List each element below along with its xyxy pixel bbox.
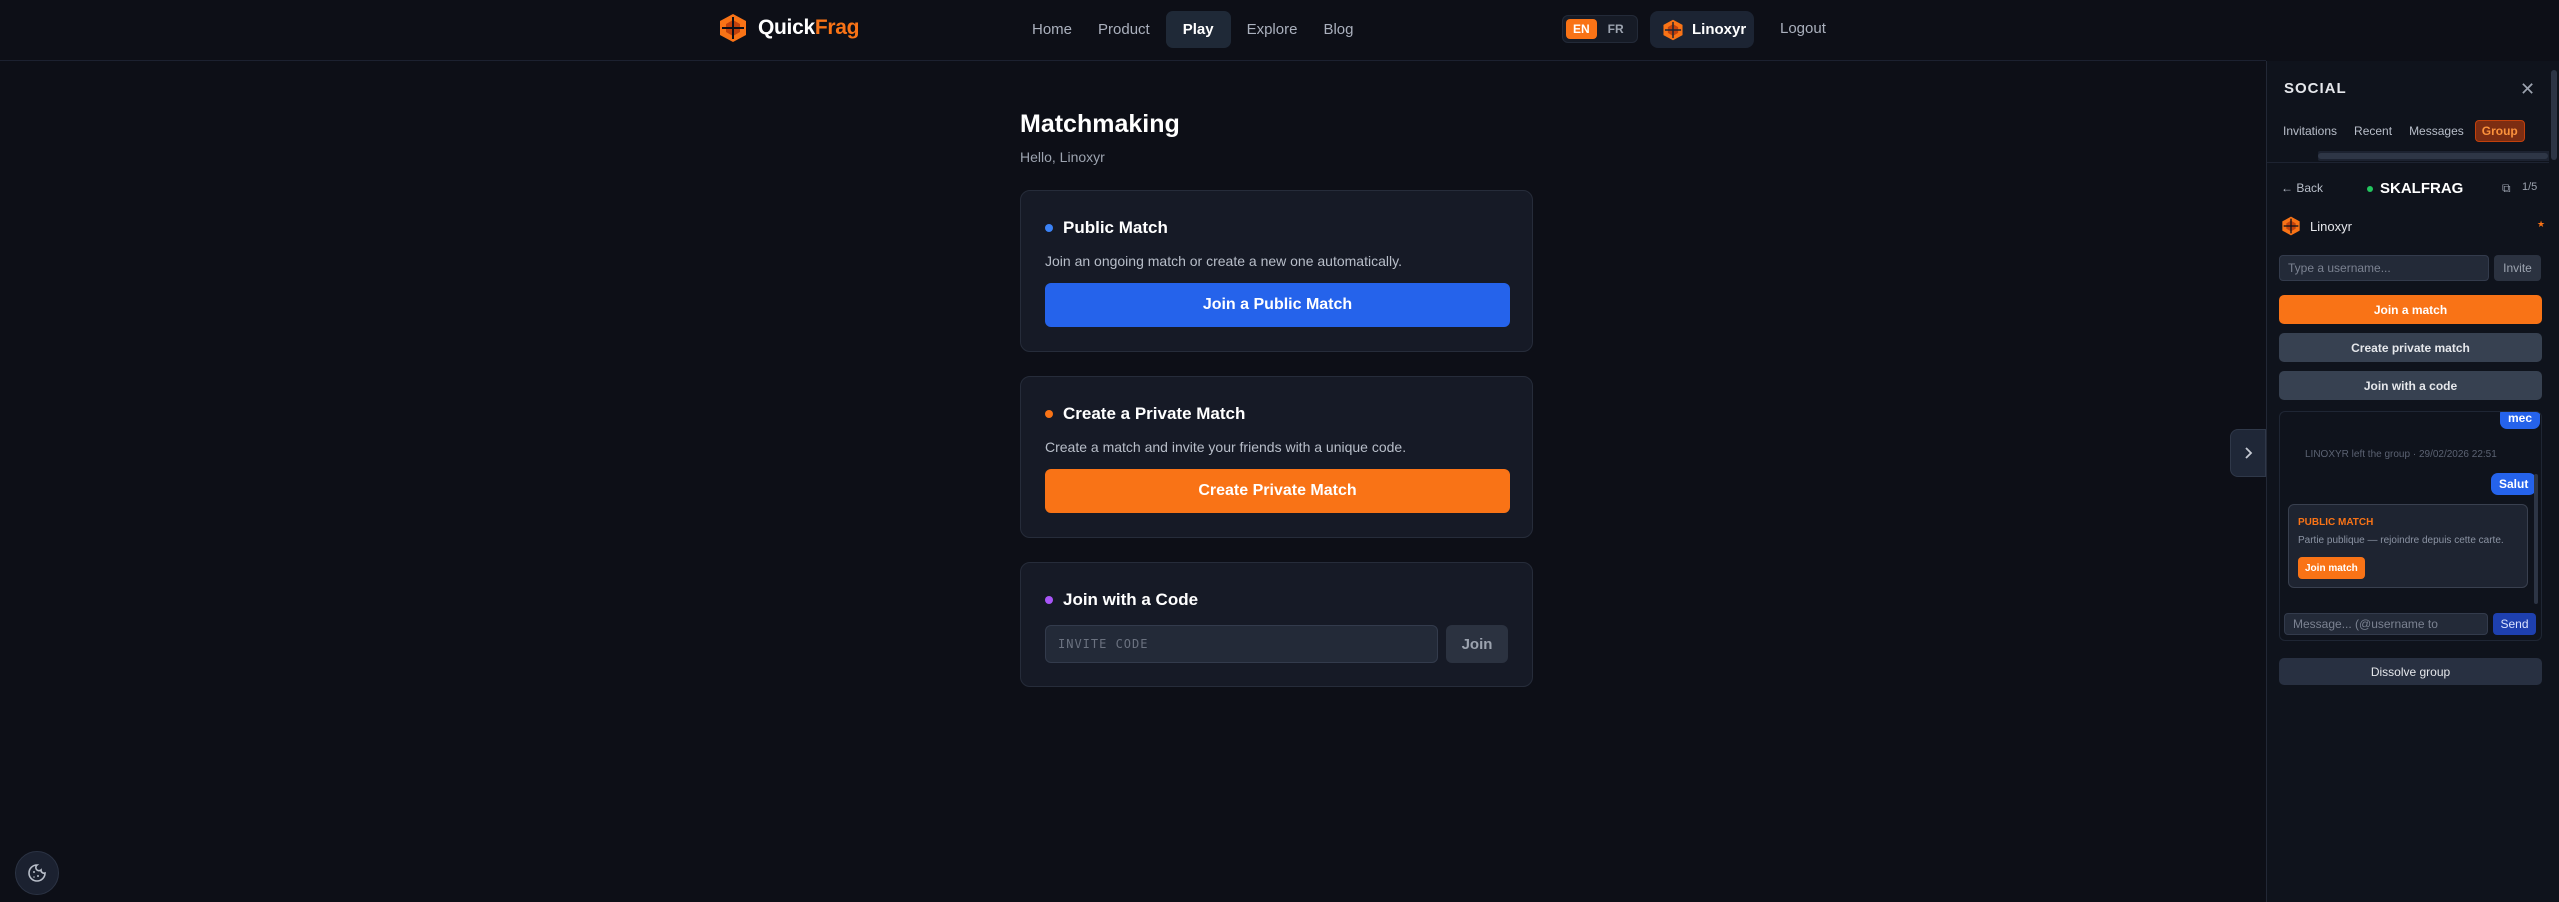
private-match-description: Create a match and invite your friends w… (1045, 439, 1407, 455)
matchmaking-section: Matchmaking Hello, Linoxyr Public Match … (1020, 110, 1533, 687)
member-name: Linoxyr (2310, 218, 2352, 234)
nav-blog[interactable]: Blog (1313, 11, 1363, 48)
greeting-text: Hello, Linoxyr (1020, 149, 1105, 165)
invite-button[interactable]: Invite (2494, 255, 2541, 281)
logout-link[interactable]: Logout (1780, 20, 1826, 37)
public-match-card: Public Match Join an ongoing match or cr… (1020, 190, 1533, 352)
social-title: SOCIAL (2284, 80, 2347, 97)
leader-star-icon: ★ (2537, 219, 2546, 229)
page-scrollbar-thumb[interactable] (2551, 70, 2557, 160)
public-match-invite-card: PUBLIC MATCH Partie publique — rejoindre… (2288, 504, 2528, 588)
join-code-button[interactable]: Join (1446, 625, 1508, 663)
user-name: Linoxyr (1692, 21, 1747, 38)
group-chat: mec LINOXYR left the group · 29/02/2026 … (2279, 411, 2542, 641)
invite-code-input[interactable]: INVITE CODE (1045, 625, 1438, 663)
panel-divider (2267, 162, 2559, 163)
group-header: ← Back SKALFRAG ⧉ 1/5 (2281, 180, 2546, 198)
invite-username-input[interactable]: Type a username... (2279, 255, 2489, 281)
nav-home[interactable]: Home (1022, 11, 1082, 48)
lang-en-button[interactable]: EN (1566, 19, 1597, 39)
main-nav: Home Product Play Explore Blog (1022, 11, 1363, 48)
tab-invitations[interactable]: Invitations (2277, 120, 2343, 142)
user-avatar-icon (1663, 19, 1683, 40)
create-private-match-button[interactable]: Create Private Match (1045, 469, 1510, 513)
social-panel: SOCIAL ✕ Invitations Recent Messages Gro… (2266, 61, 2559, 902)
language-switcher: EN FR (1562, 15, 1638, 43)
join-code-dot (1045, 596, 1053, 604)
member-avatar-icon (2282, 216, 2300, 236)
lang-fr-button[interactable]: FR (1601, 19, 1631, 39)
tab-messages[interactable]: Messages (2403, 120, 2470, 142)
social-panel-toggle[interactable] (2230, 429, 2266, 477)
invite-card-description: Partie publique — rejoindre depuis cette… (2298, 535, 2504, 546)
page-title: Matchmaking (1020, 110, 1180, 138)
tabs-scroll-thumb[interactable] (2318, 153, 2548, 159)
back-button[interactable]: ← Back (2281, 181, 2323, 195)
page-scrollbar-track[interactable] (2549, 61, 2559, 902)
tab-group[interactable]: Group (2474, 120, 2525, 142)
brand-name: QuickFrag (758, 16, 860, 39)
join-public-match-button[interactable]: Join a Public Match (1045, 283, 1510, 327)
message-input[interactable]: Message... (@username to (2284, 613, 2488, 635)
social-tabs: Invitations Recent Messages Group (2277, 120, 2525, 142)
group-member-count: 1/5 (2522, 181, 2538, 193)
group-name: SKALFRAG (2367, 180, 2463, 197)
join-code-title: Join with a Code (1063, 590, 1199, 609)
system-message: LINOXYR left the group · 29/02/2026 22:5… (2305, 449, 2497, 460)
group-create-private-button[interactable]: Create private match (2279, 333, 2542, 362)
external-link-icon[interactable]: ⧉ (2502, 181, 2511, 196)
brand-logo[interactable]: QuickFrag (718, 13, 859, 43)
top-navigation-bar: QuickFrag Home Product Play Explore Blog… (0, 0, 2266, 61)
close-icon[interactable]: ✕ (2520, 79, 2535, 100)
public-match-title: Public Match (1063, 218, 1168, 237)
cookie-icon (28, 864, 46, 882)
chat-scrollbar[interactable] (2534, 474, 2538, 604)
nav-product[interactable]: Product (1088, 11, 1160, 48)
invite-row: Type a username... Invite (2279, 255, 2541, 281)
nav-play[interactable]: Play (1165, 11, 1231, 48)
user-profile-chip[interactable]: Linoxyr (1650, 11, 1754, 48)
invite-card-title: PUBLIC MATCH (2298, 517, 2374, 528)
group-member-row: Linoxyr ★ (2281, 215, 2546, 237)
private-match-card: Create a Private Match Create a match an… (1020, 376, 1533, 538)
group-name-text: SKALFRAG (2380, 180, 2464, 197)
chat-bubble: Salut (2491, 473, 2537, 495)
group-join-match-button[interactable]: Join a match (2279, 295, 2542, 324)
send-button[interactable]: Send (2493, 613, 2536, 635)
dissolve-group-button[interactable]: Dissolve group (2279, 658, 2542, 685)
chat-bubble: mec (2500, 412, 2541, 429)
private-match-title: Create a Private Match (1063, 404, 1246, 423)
public-match-description: Join an ongoing match or create a new on… (1045, 253, 1402, 269)
join-code-card: Join with a Code INVITE CODE Join (1020, 562, 1533, 687)
invite-card-join-button[interactable]: Join match (2298, 557, 2365, 579)
online-status-dot (2367, 185, 2373, 192)
cookie-settings-button[interactable] (15, 851, 59, 895)
chevron-right-icon (2245, 447, 2253, 459)
public-match-dot (1045, 224, 1053, 232)
private-match-dot (1045, 410, 1053, 418)
message-composer: Message... (@username to Send (2284, 613, 2536, 635)
group-join-code-button[interactable]: Join with a code (2279, 371, 2542, 400)
tab-recent[interactable]: Recent (2348, 120, 2398, 142)
nav-explore[interactable]: Explore (1237, 11, 1308, 48)
tabs-scrollbar[interactable] (2318, 151, 2559, 161)
quickfrag-logo-icon (720, 14, 746, 42)
